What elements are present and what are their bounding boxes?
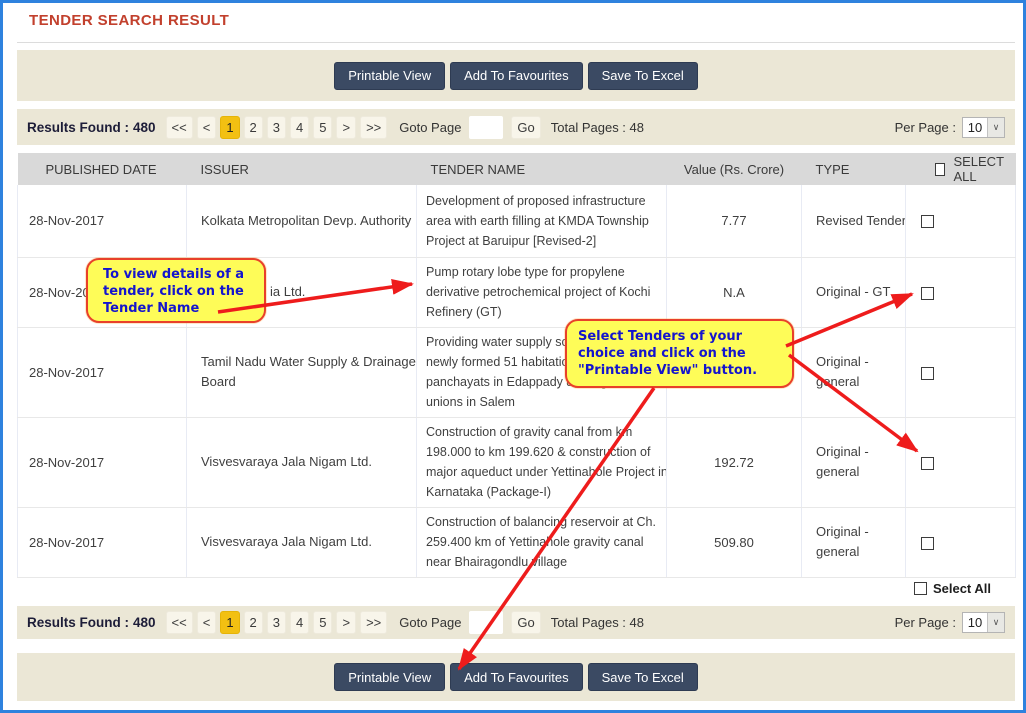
per-page-select-bottom[interactable]: 10 ∨ [962, 612, 1005, 633]
title-divider [17, 42, 1015, 43]
type-cell: Original - general [802, 417, 906, 507]
value-cell: 509.80 [667, 507, 802, 577]
total-pages-label: Total Pages : 48 [551, 120, 644, 135]
row-checkbox[interactable] [921, 457, 934, 470]
table-row: 28-Nov-2017 Tamil Nadu Water Supply & Dr… [18, 327, 1016, 417]
add-to-favourites-button[interactable]: Add To Favourites [450, 62, 583, 90]
value-cell: N.A [667, 257, 802, 327]
save-to-excel-button-bottom[interactable]: Save To Excel [588, 663, 698, 691]
callout-tender-name: To view details of a tender, click on th… [86, 258, 266, 323]
row-checkbox[interactable] [921, 367, 934, 380]
page-button-4-bottom[interactable]: 4 [290, 611, 309, 634]
printable-view-button[interactable]: Printable View [334, 62, 445, 90]
select-all-checkbox[interactable] [935, 163, 946, 176]
next-page-button-bottom[interactable]: > [336, 611, 356, 634]
published-date-cell: 28-Nov-2017 [18, 417, 187, 507]
go-button-bottom[interactable]: Go [511, 611, 540, 634]
tender-name-cell[interactable]: Pump rotary lobe type for propylene deri… [417, 257, 667, 327]
page-button-3[interactable]: 3 [267, 116, 286, 139]
per-page-label: Per Page : [895, 120, 956, 135]
type-cell: Revised Tender [802, 185, 906, 257]
goto-page-label-bottom: Goto Page [399, 615, 461, 630]
goto-page-input[interactable] [469, 116, 503, 139]
callout-select-tenders: Select Tenders of your choice and click … [565, 319, 794, 388]
row-checkbox[interactable] [921, 537, 934, 550]
results-table: PUBLISHED DATE ISSUER TENDER NAME Value … [17, 153, 1016, 578]
header-type: TYPE [802, 153, 906, 185]
printable-view-button-bottom[interactable]: Printable View [334, 663, 445, 691]
prev-page-button-bottom[interactable]: < [197, 611, 217, 634]
tender-name-cell[interactable]: Development of proposed infrastructure a… [417, 185, 667, 257]
published-date-cell: 28-Nov-2017 [18, 185, 187, 257]
go-button[interactable]: Go [511, 116, 540, 139]
table-row: 28-Nov-2017 Kolkata Metropolitan Devp. A… [18, 185, 1016, 257]
total-pages-label-bottom: Total Pages : 48 [551, 615, 644, 630]
tender-name-cell[interactable]: Construction of balancing reservoir at C… [417, 507, 667, 577]
select-all-footer: Select All [17, 581, 1015, 596]
value-cell: 7.77 [667, 185, 802, 257]
header-value: Value (Rs. Crore) [667, 153, 802, 185]
results-found-label: Results Found :480 [27, 120, 156, 135]
page-button-1[interactable]: 1 [220, 116, 239, 139]
tender-name-cell[interactable]: Construction of gravity canal from km 19… [417, 417, 667, 507]
page-button-3-bottom[interactable]: 3 [267, 611, 286, 634]
select-all-bottom-checkbox[interactable] [914, 582, 927, 595]
table-row: 28-Nov-2017 Visvesvaraya Jala Nigam Ltd.… [18, 417, 1016, 507]
pagination-bar-bottom: Results Found :480 << < 1 2 3 4 5 > >> G… [17, 606, 1015, 639]
type-cell: Original - general [802, 327, 906, 417]
chevron-down-icon: ∨ [987, 118, 1004, 137]
published-date-cell: 28-Nov-2017 [18, 327, 187, 417]
prev-page-button[interactable]: < [197, 116, 217, 139]
goto-page-label: Goto Page [399, 120, 461, 135]
type-cell: Original - general [802, 507, 906, 577]
issuer-cell: Kolkata Metropolitan Devp. Authority [187, 185, 417, 257]
chevron-down-icon: ∨ [987, 613, 1004, 632]
per-page-label-bottom: Per Page : [895, 615, 956, 630]
row-checkbox[interactable] [921, 215, 934, 228]
page-button-2-bottom[interactable]: 2 [244, 611, 263, 634]
toolbar-top: Printable View Add To Favourites Save To… [17, 50, 1015, 101]
table-row: 28-Nov-2017 Visvesvaraya Jala Nigam Ltd.… [18, 507, 1016, 577]
next-page-button[interactable]: > [336, 116, 356, 139]
row-checkbox[interactable] [921, 287, 934, 300]
page-button-5-bottom[interactable]: 5 [313, 611, 332, 634]
header-tender-name: TENDER NAME [417, 153, 667, 185]
issuer-cell: Tamil Nadu Water Supply & Drainage Board [187, 327, 417, 417]
save-to-excel-button[interactable]: Save To Excel [588, 62, 698, 90]
first-page-button-bottom[interactable]: << [166, 611, 193, 634]
header-issuer: ISSUER [187, 153, 417, 185]
table-header-row: PUBLISHED DATE ISSUER TENDER NAME Value … [18, 153, 1016, 185]
header-published-date: PUBLISHED DATE [18, 153, 187, 185]
value-cell: 192.72 [667, 417, 802, 507]
pagination-bar-top: Results Found :480 << < 1 2 3 4 5 > >> G… [17, 109, 1015, 145]
last-page-button[interactable]: >> [360, 116, 387, 139]
last-page-button-bottom[interactable]: >> [360, 611, 387, 634]
published-date-cell: 28-Nov-2017 [18, 507, 187, 577]
type-cell: Original - GT [802, 257, 906, 327]
add-to-favourites-button-bottom[interactable]: Add To Favourites [450, 663, 583, 691]
page-button-5[interactable]: 5 [313, 116, 332, 139]
first-page-button[interactable]: << [166, 116, 193, 139]
page-button-1-bottom[interactable]: 1 [220, 611, 239, 634]
tender-search-result-page: TENDER SEARCH RESULT Printable View Add … [0, 0, 1026, 713]
select-all-bottom-label: Select All [933, 581, 991, 596]
issuer-cell: Visvesvaraya Jala Nigam Ltd. [187, 417, 417, 507]
header-select-all: SELECT ALL [906, 153, 1016, 185]
issuer-cell: Visvesvaraya Jala Nigam Ltd. [187, 507, 417, 577]
per-page-select[interactable]: 10 ∨ [962, 117, 1005, 138]
goto-page-input-bottom[interactable] [469, 611, 503, 634]
page-button-2[interactable]: 2 [244, 116, 263, 139]
toolbar-bottom: Printable View Add To Favourites Save To… [17, 653, 1015, 701]
page-button-4[interactable]: 4 [290, 116, 309, 139]
page-title: TENDER SEARCH RESULT [29, 12, 229, 29]
results-found-label-bottom: Results Found :480 [27, 615, 156, 630]
